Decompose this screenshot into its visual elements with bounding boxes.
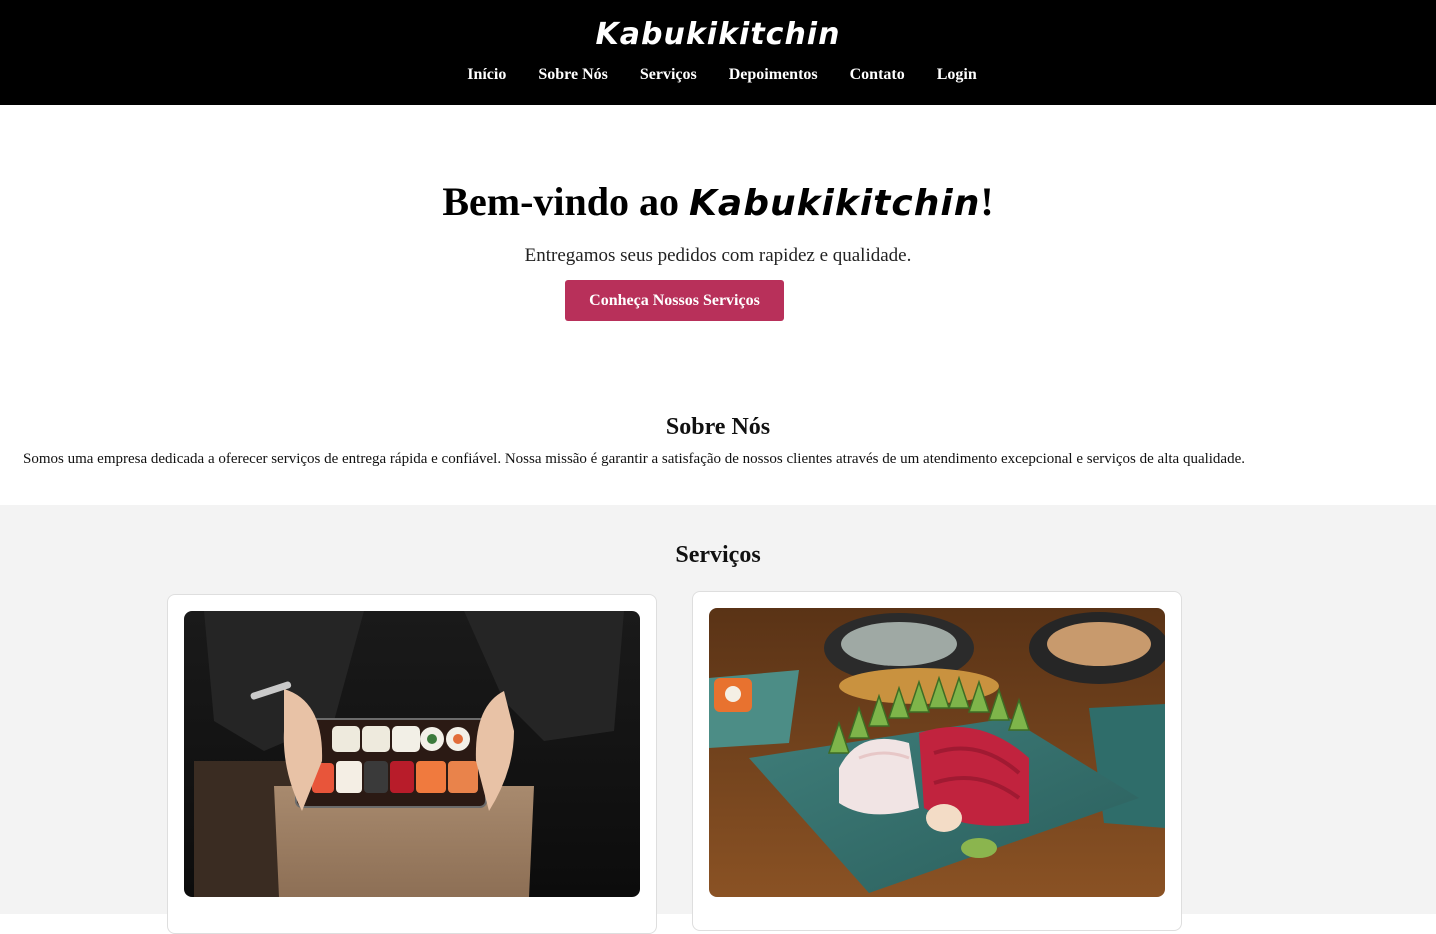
hero-title-prefix: Bem-vindo ao	[442, 179, 690, 224]
services-cta-button[interactable]: Conheça Nossos Serviços	[565, 280, 784, 321]
services-title: Serviços	[675, 542, 761, 568]
sashimi-plate-photo	[709, 608, 1165, 897]
nav-servicos[interactable]: Serviços	[640, 66, 697, 84]
sushi-delivery-photo	[184, 611, 640, 897]
brand-logo[interactable]: Kabukikitchin	[0, 17, 1436, 52]
nav-inicio[interactable]: Início	[467, 66, 506, 84]
services-section: Serviços	[0, 505, 1436, 934]
site-header: Kabukikitchin Início Sobre Nós Serviços …	[0, 0, 1436, 105]
nav-depoimentos[interactable]: Depoimentos	[729, 66, 818, 84]
service-card-delivery	[167, 594, 657, 934]
nav-sobre-nos[interactable]: Sobre Nós	[538, 66, 608, 84]
hero-title-brand: Kabukikitchin	[689, 183, 981, 224]
hero-subtitle: Entregamos seus pedidos com rapidez e qu…	[524, 245, 912, 266]
nav-contato[interactable]: Contato	[850, 66, 905, 84]
main-nav: Início Sobre Nós Serviços Depoimentos Co…	[0, 66, 1436, 84]
hero-title: Bem-vindo ao Kabukikitchin!	[0, 178, 1436, 225]
nav-login[interactable]: Login	[937, 66, 977, 84]
hero-title-suffix: !	[980, 179, 994, 224]
service-card-sashimi	[692, 591, 1182, 931]
about-title: Sobre Nós	[665, 414, 771, 440]
about-text: Somos uma empresa dedicada a oferecer se…	[23, 451, 1246, 467]
